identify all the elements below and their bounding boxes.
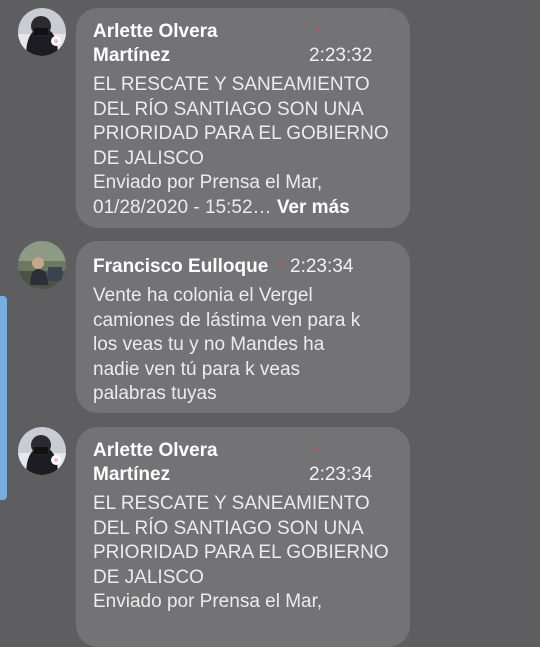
message-author[interactable]: Arlette Olvera (93, 438, 218, 463)
message-time: 2:23:34 (290, 256, 354, 277)
avatar[interactable] (18, 427, 66, 475)
presence-dot (316, 28, 319, 31)
message-bubble[interactable]: Francisco Eulloque 2:23:34 Vente ha colo… (76, 241, 410, 413)
avatar[interactable] (18, 241, 66, 289)
scroll-edge-indicator (0, 296, 7, 500)
message-text: EL RESCATE Y SANEAMIENTO DEL RÍO SANTIAG… (93, 493, 389, 612)
see-more-link[interactable]: Ver más (277, 197, 350, 218)
message-text: EL RESCATE Y SANEAMIENTO DEL RÍO SANTIAG… (93, 73, 403, 220)
message-time: 2:23:34 (309, 464, 373, 485)
avatar[interactable] (18, 8, 66, 56)
presence-dot (316, 447, 319, 450)
message-bubble[interactable]: Arlette Olvera Martínez 2:23:32 EL RESCA… (76, 8, 410, 228)
message-author-line2[interactable]: Martínez (93, 462, 170, 487)
message-author-line2[interactable]: Martínez (93, 43, 170, 68)
message-time: 2:23:32 (309, 45, 373, 66)
message-author[interactable]: Arlette Olvera (93, 19, 218, 44)
message-author[interactable]: Francisco Eulloque (93, 254, 268, 279)
message-bubble[interactable]: Arlette Olvera Martínez 2:23:34 EL RESCA… (76, 427, 410, 647)
presence-dot (280, 264, 283, 267)
message-text: Vente ha colonia el Vergel camiones de l… (93, 285, 361, 404)
